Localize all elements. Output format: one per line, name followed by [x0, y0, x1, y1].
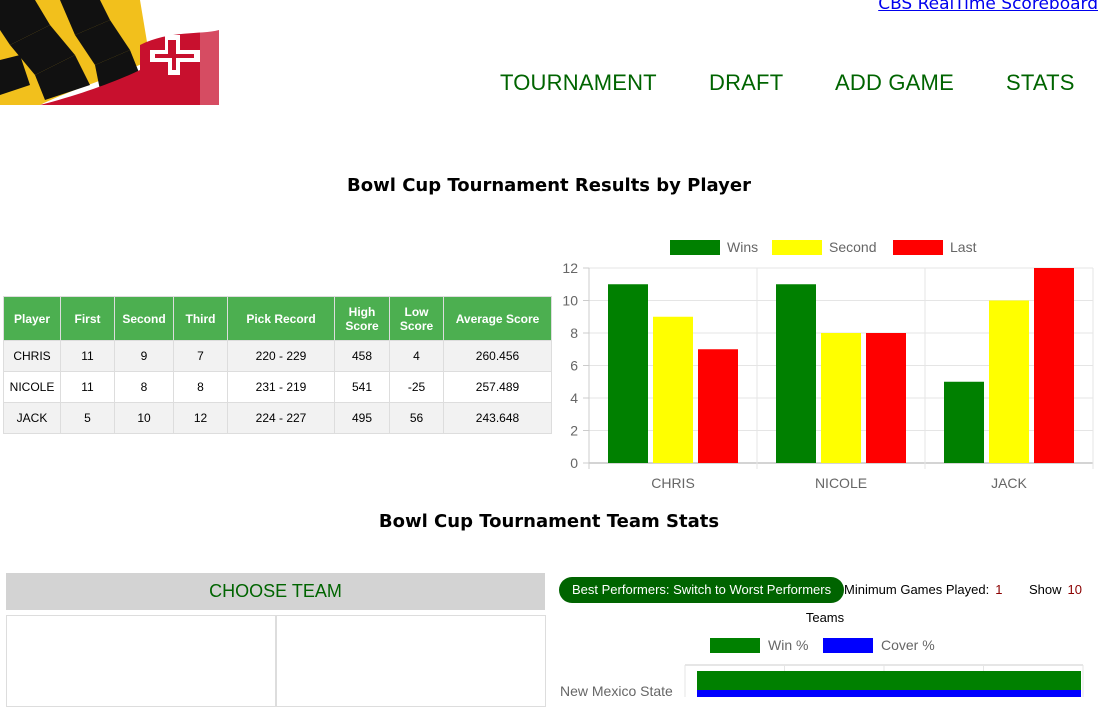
nav-add-game[interactable]: ADD GAME [835, 70, 954, 96]
cell: JACK [3, 402, 61, 434]
cell: 220 - 229 [227, 340, 335, 372]
results-title: Bowl Cup Tournament Results by Player [347, 175, 751, 196]
col-player: Player [3, 296, 61, 341]
bar-last [698, 349, 738, 463]
cell: 541 [334, 371, 390, 403]
bar-win-pct [697, 671, 1081, 690]
y-tick-label: 10 [562, 293, 578, 309]
table-header-row: Player First Second Third Pick Record Hi… [3, 296, 552, 341]
cell: NICOLE [3, 371, 61, 403]
legend-swatch-wins [670, 240, 720, 255]
col-high-score: High Score [334, 296, 390, 341]
min-games-control[interactable]: Minimum Games Played: 1 [844, 582, 1002, 597]
cbs-scoreboard-link[interactable]: CBS RealTime Scoreboard [878, 0, 1098, 14]
choose-team-header: CHOOSE TEAM [6, 573, 545, 610]
nav-stats[interactable]: STATS [1006, 70, 1075, 96]
show-count-control[interactable]: Show 10 [1029, 582, 1082, 597]
y-tick-label: 4 [570, 390, 578, 406]
bar-wins [608, 284, 648, 463]
teams-chart: Teams Win % Cover % New Mexico State [560, 610, 1084, 697]
cell: 11 [60, 340, 115, 372]
legend-label: Second [829, 239, 876, 255]
y-tick-label: 0 [570, 455, 578, 471]
col-first: First [60, 296, 115, 341]
legend-label: Wins [727, 239, 758, 255]
cell: 243.648 [443, 402, 552, 434]
bar-second [989, 300, 1029, 463]
cell: 10 [114, 402, 174, 434]
bar-second [653, 316, 693, 463]
cell: 231 - 219 [227, 371, 335, 403]
cell: 8 [114, 371, 174, 403]
min-games-label: Minimum Games Played: [844, 582, 990, 597]
col-second: Second [114, 296, 174, 341]
maryland-flag-logo [0, 0, 219, 105]
y-tick-label: 6 [570, 358, 578, 374]
bar-last [866, 333, 906, 463]
cell: 8 [173, 371, 228, 403]
nav-tournament[interactable]: TOURNAMENT [500, 70, 657, 96]
switch-performers-button[interactable]: Best Performers: Switch to Worst Perform… [559, 577, 845, 603]
legend-swatch-cover [823, 638, 873, 653]
bar-wins [944, 381, 984, 463]
x-tick-label: JACK [991, 475, 1027, 491]
table-row: NICOLE 11 8 8 231 - 219 541 -25 257.489 [3, 371, 552, 403]
cell: 495 [334, 402, 390, 434]
col-pick-record: Pick Record [227, 296, 335, 341]
cell: 7 [173, 340, 228, 372]
legend-swatch-second [772, 240, 822, 255]
show-value[interactable]: 10 [1068, 582, 1082, 597]
col-low-score: Low Score [389, 296, 444, 341]
cell: 260.456 [443, 340, 552, 372]
cell: 257.489 [443, 371, 552, 403]
team-stats-title: Bowl Cup Tournament Team Stats [378, 511, 720, 532]
y-tick-label: 8 [570, 325, 578, 341]
results-table: Player First Second Third Pick Record Hi… [3, 296, 552, 434]
team-list-left[interactable] [6, 615, 277, 707]
show-label: Show [1029, 582, 1062, 597]
x-tick-label: CHRIS [651, 475, 695, 491]
y-tick-label: 2 [570, 423, 578, 439]
y-tick-label: New Mexico State [560, 683, 673, 697]
min-games-value[interactable]: 1 [995, 582, 1002, 597]
cell: 9 [114, 340, 174, 372]
cell: -25 [389, 371, 444, 403]
bar-last [1034, 268, 1074, 463]
bar-cover-pct [697, 690, 1081, 697]
cell: 458 [334, 340, 390, 372]
legend-swatch-last [893, 240, 943, 255]
table-row: CHRIS 11 9 7 220 - 229 458 4 260.456 [3, 340, 552, 372]
legend-label: Cover % [881, 637, 935, 653]
table-row: JACK 5 10 12 224 - 227 495 56 243.648 [3, 402, 552, 434]
bar-second [821, 333, 861, 463]
legend-label: Last [950, 239, 977, 255]
cell: 5 [60, 402, 115, 434]
x-tick-label: NICOLE [815, 475, 867, 491]
cell: CHRIS [3, 340, 61, 372]
cell: 11 [60, 371, 115, 403]
chart-title: Teams [806, 610, 845, 625]
player-results-chart: Wins Second Last 0 2 4 6 8 10 12 CHRIS NICOLE JACK [562, 239, 1094, 491]
legend-label: Win % [768, 637, 808, 653]
bar-wins [776, 284, 816, 463]
team-list-right[interactable] [275, 615, 546, 707]
cell: 56 [389, 402, 444, 434]
col-average-score: Average Score [443, 296, 552, 341]
y-tick-label: 12 [562, 260, 578, 276]
cell: 4 [389, 340, 444, 372]
col-third: Third [173, 296, 228, 341]
cell: 12 [173, 402, 228, 434]
legend-swatch-win [710, 638, 760, 653]
cell: 224 - 227 [227, 402, 335, 434]
nav-draft[interactable]: DRAFT [709, 70, 783, 96]
